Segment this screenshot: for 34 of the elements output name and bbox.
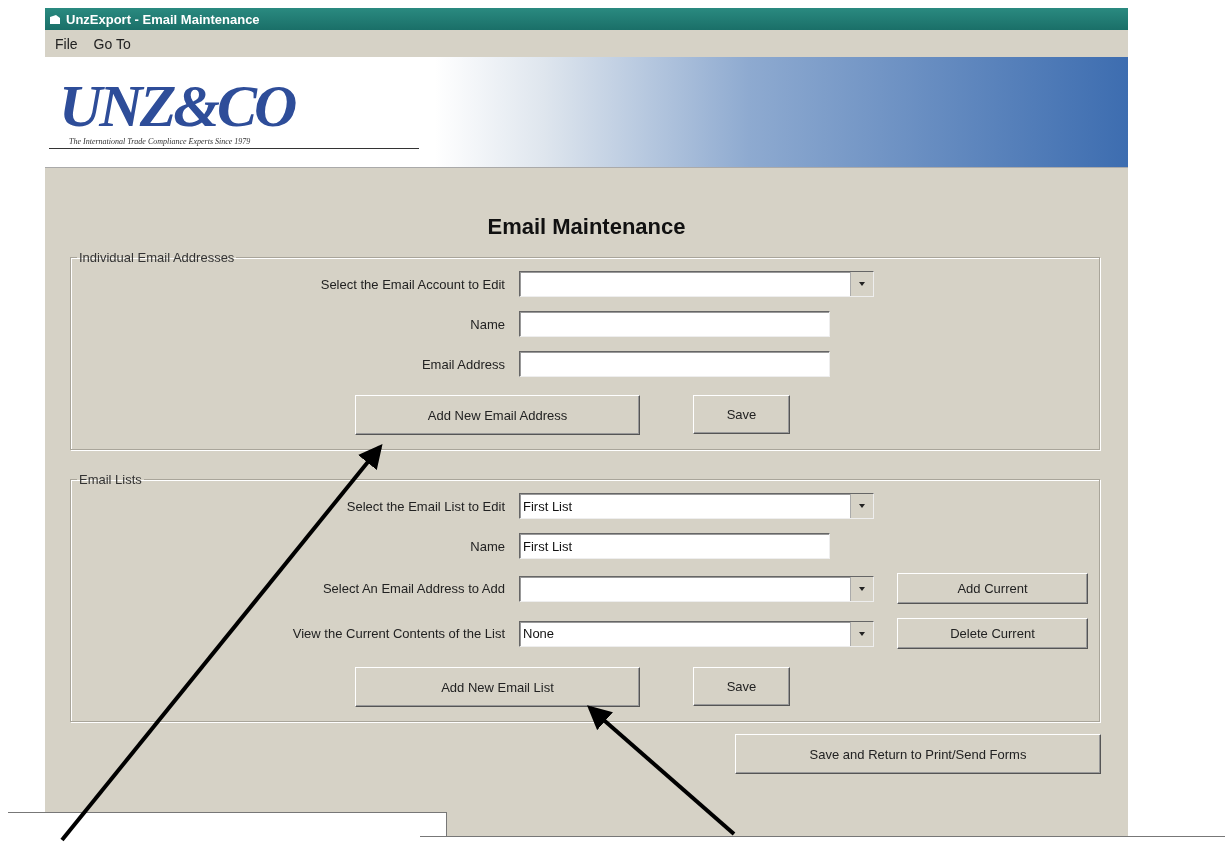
- page-heading: Email Maintenance: [486, 214, 687, 240]
- dropdown-arrow-icon: [859, 631, 865, 636]
- dropdown-arrow-icon: [859, 504, 865, 508]
- window-title: UnzExport - Email Maintenance: [66, 11, 260, 27]
- menu-item[interactable]: File: [53, 35, 80, 52]
- group-title: Email Lists: [78, 472, 143, 487]
- save-return-button[interactable]: Save and Return to Print/Send Forms: [735, 734, 1101, 774]
- dropdown[interactable]: [519, 575, 874, 602]
- add-button[interactable]: Add New Email List: [355, 667, 640, 707]
- logo: UNZ&CO: [58, 75, 296, 137]
- input-field[interactable]: First List: [519, 533, 830, 559]
- field-label: Name: [470, 538, 505, 554]
- dropdown[interactable]: First List: [519, 493, 874, 519]
- dropdown-arrow-icon: [859, 586, 865, 591]
- save-button[interactable]: Save: [693, 395, 790, 434]
- field-label: Select the Email Account to Edit: [320, 276, 505, 292]
- add-button[interactable]: Add New Email Address: [355, 395, 640, 435]
- tagline: The International Trade Compliance Experts Since 1979: [49, 137, 419, 149]
- dropdown[interactable]: None: [519, 620, 874, 647]
- dropdown[interactable]: [519, 271, 874, 297]
- field-label: Email Address: [421, 356, 505, 372]
- field-label: Select the Email List to Edit: [346, 498, 505, 514]
- menu-item[interactable]: Go To: [91, 35, 133, 52]
- field-label: Name: [470, 316, 505, 332]
- field-label: Select An Email Address to Add: [322, 581, 505, 596]
- field-label: View the Current Contents of the List: [292, 626, 505, 641]
- dropdown-arrow-icon: [859, 282, 865, 286]
- save-button[interactable]: Save: [693, 667, 790, 706]
- input-field[interactable]: [519, 311, 830, 337]
- app-icon: [50, 14, 60, 24]
- input-field[interactable]: [519, 351, 830, 377]
- group-title: Individual Email Addresses: [78, 250, 236, 265]
- action-button[interactable]: Delete Current: [897, 618, 1088, 649]
- action-button[interactable]: Add Current: [897, 573, 1088, 604]
